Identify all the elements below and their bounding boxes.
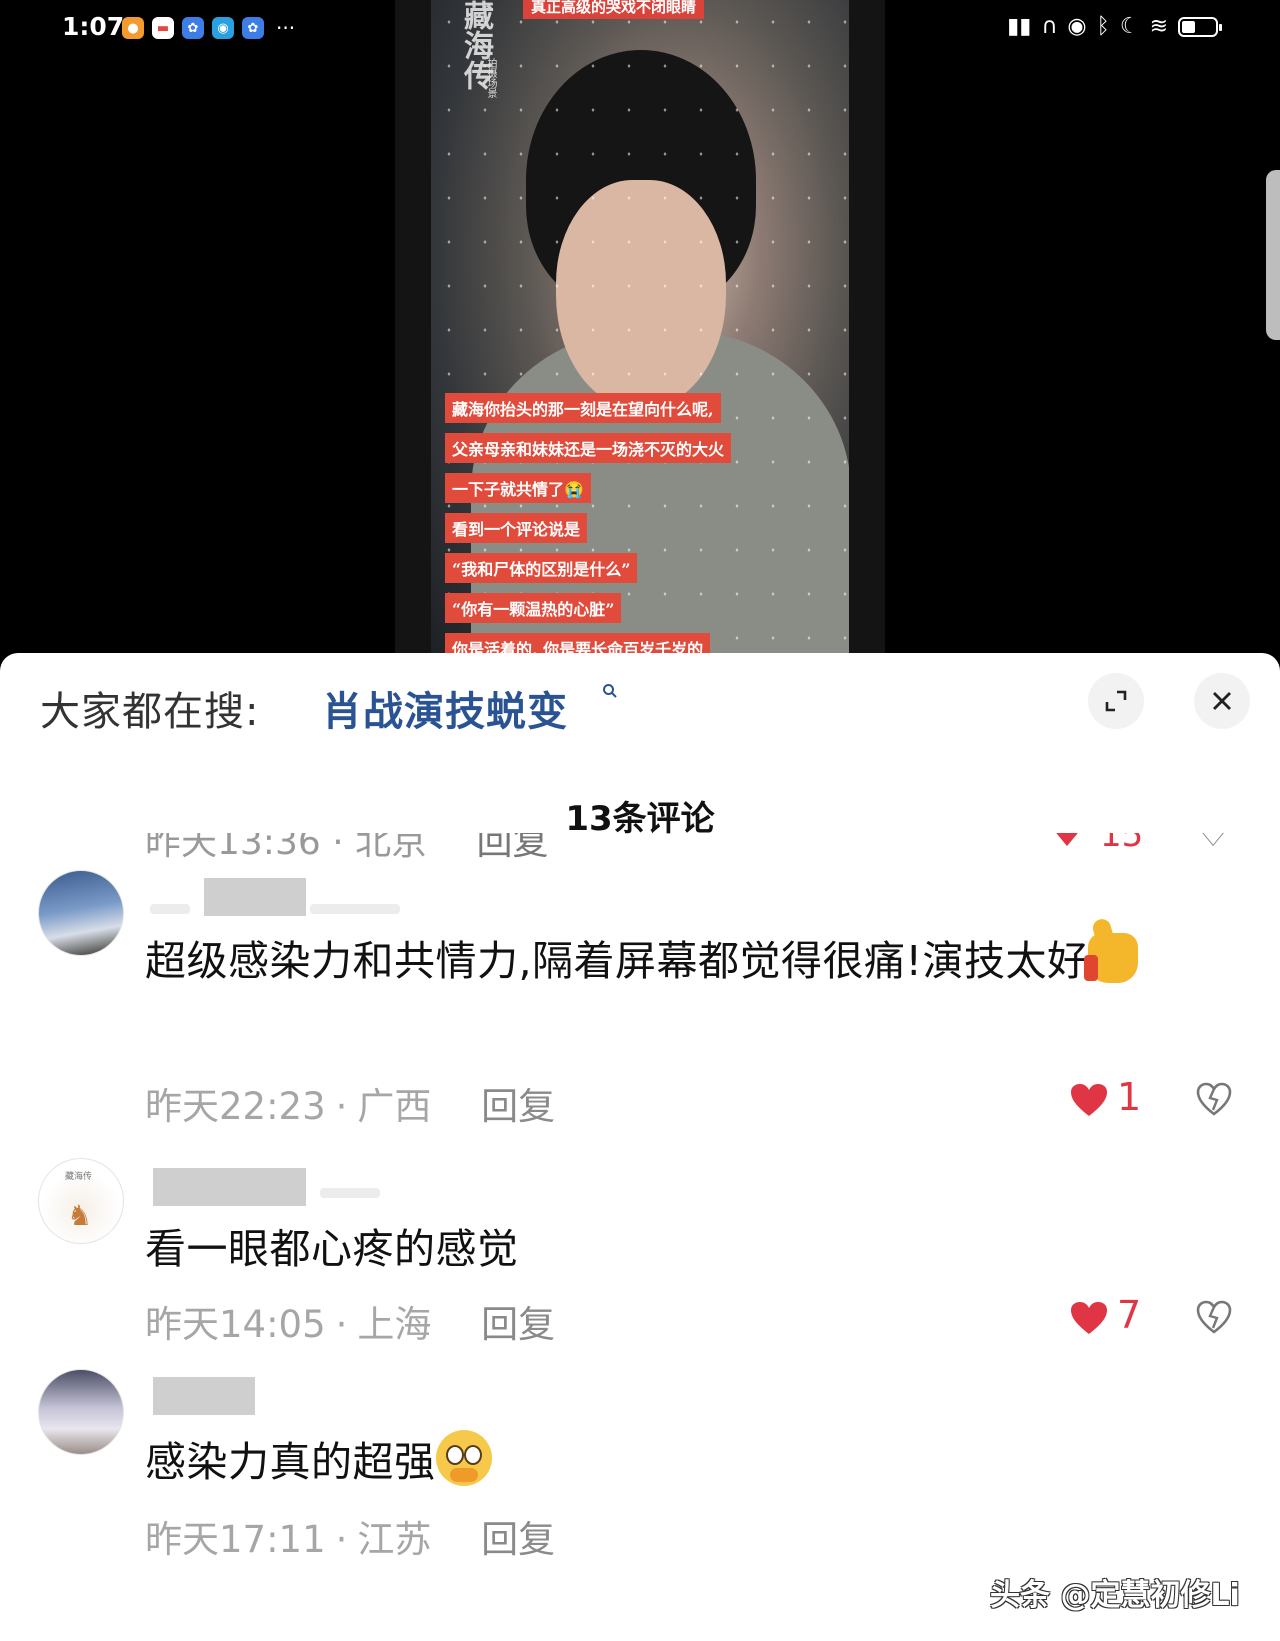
more-notifications-icon: ··· bbox=[276, 16, 296, 40]
video-caption: 一下子就共情了😭 bbox=[445, 473, 591, 503]
eye-icon: ◉ bbox=[1067, 14, 1087, 39]
baidu-paw-icon: ✿ bbox=[182, 17, 204, 39]
like-count: 1 bbox=[1117, 1075, 1142, 1119]
reply-button[interactable]: 回复 bbox=[481, 1518, 555, 1561]
username-redacted bbox=[320, 1188, 380, 1198]
battery-icon bbox=[1178, 16, 1222, 37]
previous-comment-meta: 昨天13:36 · 北京 回复 ♥ 15 ♡ bbox=[0, 833, 1280, 869]
video-player[interactable]: 藏海传 拍摄场景 真正高级的哭戏不闭眼睛 藏海你抬头的那一刻是在望向什么呢, 父… bbox=[395, 0, 885, 660]
toutiao-watermark: 头条 @定慧初修Li bbox=[990, 1578, 1240, 1613]
video-frame-image: 藏海传 拍摄场景 真正高级的哭戏不闭眼睛 藏海你抬头的那一刻是在望向什么呢, 父… bbox=[431, 0, 849, 660]
dislike-icon[interactable]: ♡ bbox=[1196, 833, 1230, 855]
avatar[interactable]: 藏海传 ♞ bbox=[38, 1158, 124, 1244]
comment-meta: 昨天17:11 · 江苏 回复 bbox=[145, 1518, 556, 1561]
comment-text: 感染力真的超强 bbox=[145, 1427, 1225, 1497]
wifi-icon: ≋ bbox=[1149, 14, 1168, 39]
username-redacted bbox=[153, 1377, 255, 1415]
close-icon bbox=[1213, 692, 1231, 710]
reply-button[interactable]: 回复 bbox=[481, 1303, 555, 1346]
avatar-figure: ♞ bbox=[67, 1199, 93, 1232]
trending-search-label: 大家都在搜: bbox=[40, 689, 260, 735]
avatar[interactable] bbox=[38, 1369, 124, 1455]
thumbs-up-icon bbox=[1084, 933, 1139, 983]
username-redacted bbox=[150, 904, 190, 914]
heart-icon[interactable] bbox=[1070, 1301, 1108, 1335]
comment-meta: 昨天13:36 · 北京 bbox=[145, 833, 428, 863]
comment-time: 昨天17:11 bbox=[145, 1518, 326, 1561]
comment-location: 江苏 bbox=[357, 1518, 432, 1561]
browser-icon: ◉ bbox=[212, 17, 234, 39]
comment-time: 昨天22:23 bbox=[145, 1085, 326, 1128]
dislike-icon[interactable] bbox=[1195, 1298, 1233, 1336]
headphones-icon: ∩ bbox=[1041, 14, 1058, 39]
status-time: 1:07 bbox=[62, 12, 125, 41]
app-notification-icon: ● bbox=[122, 17, 144, 39]
video-caption: 藏海你抬头的那一刻是在望向什么呢, bbox=[445, 393, 721, 423]
avatar-caption: 藏海传 bbox=[65, 1172, 93, 1182]
comment-text-content: 超级感染力和共情力,隔着屏幕都觉得很痛!演技太好 bbox=[145, 937, 1089, 985]
username-redacted bbox=[204, 878, 306, 916]
crying-emoji-icon bbox=[435, 1430, 492, 1486]
video-caption: “我和尸体的区别是什么” bbox=[445, 553, 638, 583]
heart-icon[interactable]: ♥ bbox=[1050, 833, 1084, 855]
reply-button[interactable]: 回复 bbox=[477, 833, 549, 863]
like-count: 15 bbox=[1100, 833, 1144, 855]
heart-icon[interactable] bbox=[1070, 1083, 1108, 1117]
like-count: 7 bbox=[1117, 1293, 1142, 1337]
close-button[interactable] bbox=[1194, 673, 1250, 729]
baidu-paw-icon: ✿ bbox=[242, 17, 264, 39]
comment-time: 昨天14:05 bbox=[145, 1303, 326, 1346]
system-icons: ▮▮ ∩ ◉ ᛒ ☾ ≋ bbox=[1007, 14, 1222, 39]
reply-button[interactable]: 回复 bbox=[481, 1085, 555, 1128]
video-watermark-subtitle: 拍摄场景 bbox=[485, 58, 496, 98]
bluetooth-icon: ᛒ bbox=[1096, 14, 1110, 39]
avatar[interactable] bbox=[38, 870, 124, 956]
app-notification-icon: ▬ bbox=[152, 17, 174, 39]
comment-meta: 昨天22:23 · 广西 回复 bbox=[145, 1085, 556, 1128]
comment-text-content: 感染力真的超强 bbox=[145, 1438, 436, 1486]
expand-icon bbox=[1105, 690, 1127, 712]
expand-button[interactable] bbox=[1088, 673, 1144, 729]
trending-search-term[interactable]: 肖战演技蜕变 bbox=[322, 679, 568, 737]
video-top-caption: 真正高级的哭戏不闭眼睛 bbox=[523, 0, 705, 19]
search-icon bbox=[602, 683, 618, 704]
comment-meta: 昨天14:05 · 上海 回复 bbox=[145, 1303, 556, 1346]
comment-sheet: 大家都在搜: 肖战演技蜕变 13条评论 昨天13:36 · 北京 回复 ♥ 15… bbox=[0, 653, 1280, 1641]
battery-level bbox=[1182, 20, 1195, 33]
video-caption: 看到一个评论说是 bbox=[445, 513, 588, 543]
video-caption: 父亲母亲和妹妹还是一场浇不灭的大火 bbox=[445, 433, 732, 463]
comment-location: 广西 bbox=[357, 1085, 432, 1128]
video-captions: 藏海你抬头的那一刻是在望向什么呢, 父亲母亲和妹妹还是一场浇不灭的大火 一下子就… bbox=[445, 393, 732, 660]
moon-icon: ☾ bbox=[1119, 14, 1140, 39]
comment-text: 超级感染力和共情力,隔着屏幕都觉得很痛!演技太好 bbox=[145, 926, 1225, 996]
reader-icon: ▮▮ bbox=[1007, 14, 1032, 39]
video-caption: “你有一颗温热的心脏” bbox=[445, 593, 622, 623]
dislike-icon[interactable] bbox=[1195, 1080, 1233, 1118]
side-panel-handle[interactable] bbox=[1266, 170, 1280, 340]
comment-text: 看一眼都心疼的感觉 bbox=[145, 1225, 519, 1273]
username-redacted bbox=[153, 1168, 306, 1206]
username-redacted bbox=[310, 904, 400, 914]
comment-location: 上海 bbox=[357, 1303, 432, 1346]
notification-icons: ● ▬ ✿ ◉ ✿ ··· bbox=[122, 16, 295, 40]
